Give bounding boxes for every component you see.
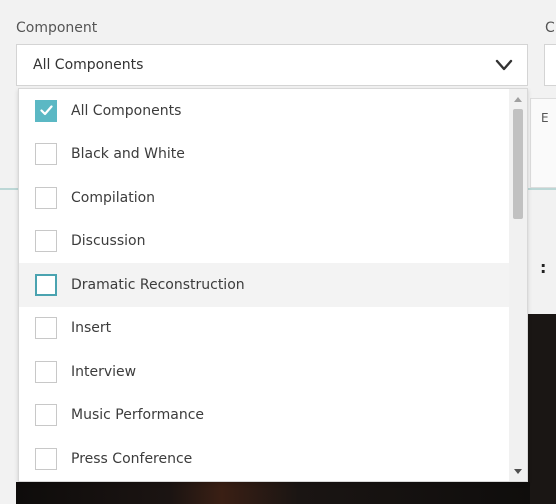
- component-select-value: All Components: [33, 57, 144, 73]
- option-label: Interview: [71, 363, 137, 380]
- video-thumbnail-strip: [16, 482, 530, 504]
- adjacent-filter-label: C: [545, 20, 555, 36]
- option-label: Discussion: [71, 233, 146, 250]
- option-label: Dramatic Reconstruction: [71, 276, 245, 293]
- option-press-conference[interactable]: Press Conference: [19, 437, 511, 481]
- checkbox[interactable]: [35, 447, 57, 470]
- adjacent-panel-edge: E: [530, 98, 556, 188]
- component-dropdown-menu[interactable]: All Components Black and White Compilati…: [18, 88, 528, 482]
- checkbox[interactable]: [35, 360, 57, 383]
- checkmark-icon: [39, 105, 53, 116]
- checkbox-focused[interactable]: [35, 273, 57, 296]
- option-interview[interactable]: Interview: [19, 350, 511, 394]
- scroll-down-arrow-icon[interactable]: [509, 463, 527, 479]
- option-music-performance[interactable]: Music Performance: [19, 394, 511, 438]
- option-label: Compilation: [71, 189, 156, 206]
- option-label: Press Conference: [71, 450, 193, 467]
- option-label: All Components: [71, 102, 182, 119]
- option-label: Insert: [71, 320, 112, 337]
- option-dramatic-reconstruction[interactable]: Dramatic Reconstruction: [19, 263, 511, 307]
- option-discussion[interactable]: Discussion: [19, 220, 511, 264]
- checkbox[interactable]: [35, 404, 57, 427]
- component-select[interactable]: All Components: [16, 44, 528, 86]
- dropdown-scrollbar[interactable]: [509, 89, 527, 481]
- component-label: Component: [16, 20, 98, 36]
- checkbox[interactable]: [35, 186, 57, 209]
- option-compilation[interactable]: Compilation: [19, 176, 511, 220]
- option-label: Black and White: [71, 146, 185, 163]
- option-black-and-white[interactable]: Black and White: [19, 133, 511, 177]
- checkbox-checked[interactable]: [35, 99, 57, 122]
- option-label: Music Performance: [71, 407, 204, 424]
- checkbox[interactable]: [35, 230, 57, 253]
- option-insert[interactable]: Insert: [19, 307, 511, 351]
- scroll-up-arrow-icon[interactable]: [509, 91, 527, 107]
- adjacent-select[interactable]: [544, 44, 556, 86]
- option-all-components[interactable]: All Components: [19, 89, 511, 133]
- video-thumbnail-edge: [528, 314, 556, 504]
- scrollbar-thumb[interactable]: [513, 109, 523, 219]
- checkbox[interactable]: [35, 317, 57, 340]
- component-options-list: All Components Black and White Compilati…: [19, 89, 511, 481]
- checkbox[interactable]: [35, 143, 57, 166]
- chevron-down-icon: [495, 59, 513, 71]
- adjacent-heading-fragment: :: [540, 258, 547, 277]
